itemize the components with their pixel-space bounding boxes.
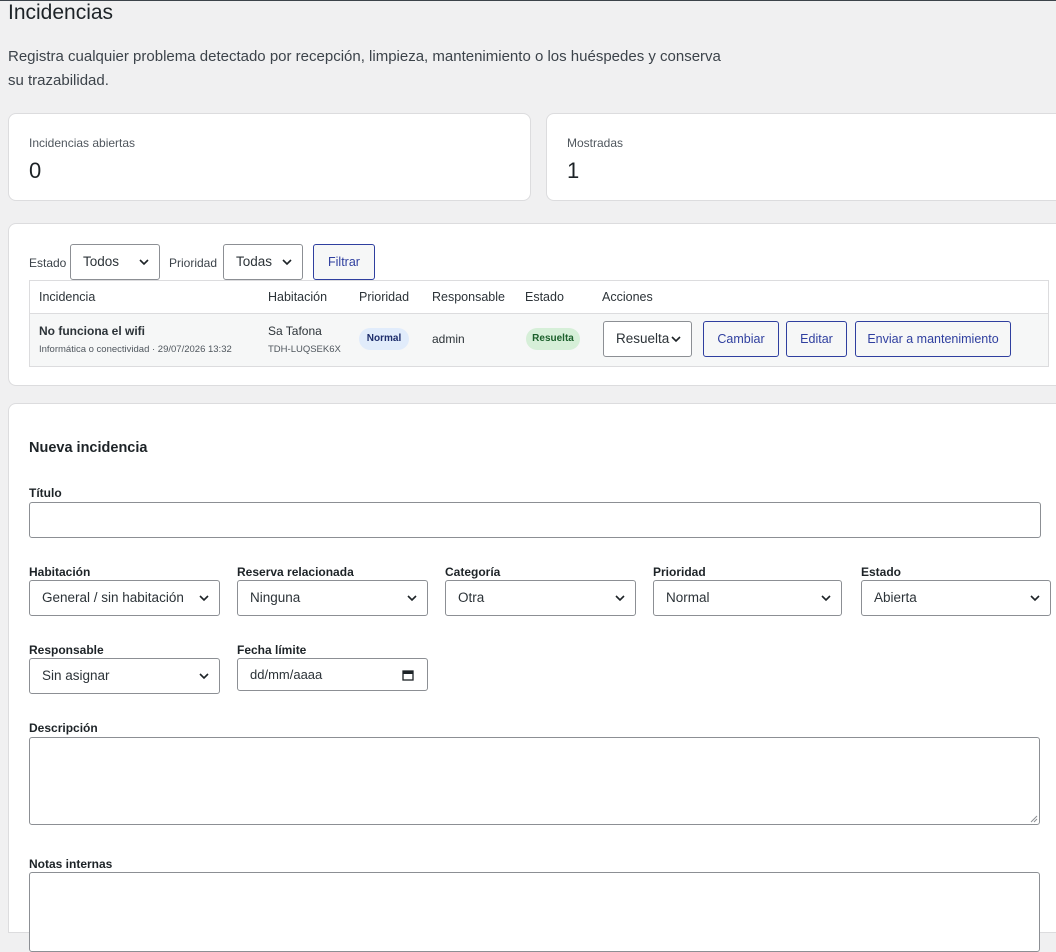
stat-label: Mostradas — [567, 136, 624, 150]
responsable-select[interactable]: Sin asignar — [29, 658, 220, 694]
column-header: Estado — [525, 290, 564, 304]
select-value: Normal — [666, 590, 710, 605]
select-value: Todos — [83, 254, 120, 269]
select-value: Resuelta — [616, 331, 670, 346]
select-value: Otra — [458, 590, 485, 605]
fecha-placeholder: dd/mm/aaaa — [250, 667, 323, 682]
incident-responsible: admin — [432, 332, 465, 346]
page-description: Registra cualquier problema detectado po… — [8, 48, 721, 89]
stat-card-open: Incidencias abiertas 0 — [8, 113, 531, 201]
titulo-label: Título — [29, 486, 62, 500]
fecha-label: Fecha límite — [237, 643, 307, 657]
incidents-table: Incidencia Habitación Prioridad Responsa… — [29, 280, 1049, 367]
table-header: Incidencia Habitación Prioridad Responsa… — [30, 281, 1048, 314]
edit-button[interactable]: Editar — [786, 321, 847, 357]
filter-estado-select[interactable]: Todos — [70, 244, 160, 280]
chevron-down-icon — [615, 595, 625, 602]
column-header: Responsable — [432, 290, 505, 304]
titulo-input[interactable] — [29, 502, 1041, 538]
stat-label: Incidencias abiertas — [29, 136, 136, 150]
notas-label: Notas internas — [29, 857, 113, 871]
stat-card-shown: Mostradas 1 — [546, 113, 1056, 201]
incidents-list-card: Estado Todos Prioridad Todas Filtrar Inc… — [8, 223, 1056, 386]
select-value: Todas — [236, 254, 273, 269]
chevron-down-icon — [821, 595, 831, 602]
column-header: Habitación — [268, 290, 328, 304]
chevron-down-icon — [199, 673, 209, 680]
habitacion-label: Habitación — [29, 565, 91, 579]
estado-label: Estado — [861, 565, 902, 579]
stat-value: 1 — [567, 158, 580, 183]
select-value: Ninguna — [250, 590, 301, 605]
stat-value: 0 — [29, 158, 42, 183]
table-row: No funciona el wifi Informática o conect… — [30, 314, 1048, 366]
chevron-down-icon — [407, 595, 417, 602]
fecha-input[interactable]: dd/mm/aaaa — [237, 658, 428, 691]
column-header: Acciones — [602, 290, 653, 304]
chevron-down-icon — [199, 595, 209, 602]
status-badge: Resuelta — [526, 328, 580, 350]
categoria-label: Categoría — [445, 565, 501, 579]
categoria-select[interactable]: Otra — [445, 580, 636, 616]
select-value: General / sin habitación — [42, 590, 184, 605]
page-title: Incidencias — [8, 1, 114, 24]
reserva-select[interactable]: Ninguna — [237, 580, 428, 616]
calendar-icon[interactable] — [402, 669, 414, 681]
descripcion-label: Descripción — [29, 721, 98, 735]
priority-badge: Normal — [359, 328, 409, 350]
column-header: Prioridad — [359, 290, 410, 304]
reserva-label: Reserva relacionada — [237, 565, 354, 579]
incident-room-code: TDH-LUQSEK6X — [268, 344, 341, 355]
status-change-select[interactable]: Resuelta — [603, 321, 692, 357]
chevron-down-icon — [1030, 595, 1040, 602]
chevron-down-icon — [282, 259, 292, 266]
descripcion-textarea[interactable] — [29, 737, 1040, 825]
column-header: Incidencia — [39, 290, 96, 304]
select-value: Abierta — [874, 590, 917, 605]
change-button[interactable]: Cambiar — [703, 321, 779, 357]
responsable-label: Responsable — [29, 643, 104, 657]
form-title: Nueva incidencia — [29, 440, 148, 456]
new-incident-card: Nueva incidencia Título Habitación Gener… — [8, 403, 1056, 952]
incident-subtitle: Informática o conectividad · 29/07/2026 … — [39, 344, 232, 355]
chevron-down-icon — [139, 259, 149, 266]
prioridad-label: Prioridad — [653, 565, 706, 579]
estado-select[interactable]: Abierta — [861, 580, 1051, 616]
filter-prioridad-select[interactable]: Todas — [223, 244, 303, 280]
filter-prioridad-label: Prioridad — [169, 256, 218, 270]
select-value: Sin asignar — [42, 668, 110, 683]
incident-title: No funciona el wifi — [39, 324, 146, 338]
prioridad-select[interactable]: Normal — [653, 580, 842, 616]
resize-handle-icon[interactable] — [1030, 815, 1038, 823]
notas-textarea[interactable] — [29, 872, 1040, 952]
send-maintenance-button[interactable]: Enviar a mantenimiento — [855, 321, 1011, 357]
chevron-down-icon — [671, 336, 681, 343]
filter-estado-label: Estado — [29, 256, 67, 270]
habitacion-select[interactable]: General / sin habitación — [29, 580, 220, 616]
incident-room: Sa Tafona — [268, 324, 322, 338]
filter-button[interactable]: Filtrar — [313, 244, 375, 280]
